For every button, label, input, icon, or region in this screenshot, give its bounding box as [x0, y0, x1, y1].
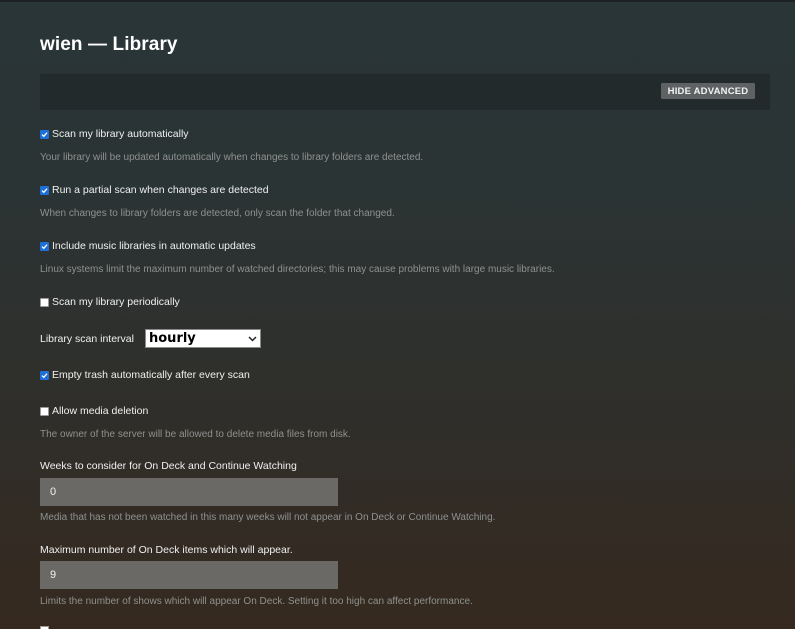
weeks-on-deck-label: Weeks to consider for On Deck and Contin… [40, 460, 297, 472]
scan-periodic-row[interactable]: Scan my library periodically [40, 296, 180, 308]
scan-interval-select[interactable]: hourly [145, 329, 261, 348]
scan-interval-label: Library scan interval [40, 333, 134, 345]
partial-scan-row[interactable]: Run a partial scan when changes are dete… [40, 184, 269, 196]
max-on-deck-label: Maximum number of On Deck items which wi… [40, 544, 293, 556]
check-icon [41, 372, 48, 378]
partial-scan-label: Run a partial scan when changes are dete… [52, 184, 269, 196]
scan-periodic-label: Scan my library periodically [52, 296, 180, 308]
partial-scan-checkbox[interactable] [40, 185, 49, 195]
scan-auto-checkbox[interactable] [40, 129, 49, 139]
max-on-deck-help: Limits the number of shows which will ap… [40, 596, 473, 607]
media-deletion-row[interactable]: Allow media deletion [40, 405, 148, 417]
top-border [0, 0, 795, 2]
empty-trash-checkbox[interactable] [40, 370, 49, 380]
max-on-deck-value: 9 [50, 569, 57, 581]
music-updates-help: Linux systems limit the maximum number o… [40, 264, 555, 275]
music-updates-checkbox[interactable] [40, 241, 49, 251]
media-deletion-checkbox[interactable] [40, 406, 49, 416]
chevron-down-icon [248, 335, 257, 342]
empty-trash-row[interactable]: Empty trash automatically after every sc… [40, 369, 250, 381]
max-on-deck-input[interactable]: 9 [40, 561, 338, 589]
scan-auto-row[interactable]: Scan my library automatically [40, 128, 189, 140]
weeks-on-deck-input[interactable]: 0 [40, 478, 338, 506]
check-icon [41, 131, 48, 137]
weeks-on-deck-help: Media that has not been watched in this … [40, 512, 496, 523]
weeks-on-deck-value: 0 [50, 486, 57, 498]
hide-advanced-button[interactable]: HIDE ADVANCED [661, 83, 755, 99]
partial-scan-help: When changes to library folders are dete… [40, 208, 395, 219]
scan-auto-label: Scan my library automatically [52, 128, 189, 140]
check-icon [41, 243, 48, 249]
music-updates-label: Include music libraries in automatic upd… [52, 240, 256, 252]
scan-periodic-checkbox[interactable] [40, 297, 49, 307]
empty-trash-label: Empty trash automatically after every sc… [52, 369, 250, 381]
scan-auto-help: Your library will be updated automatical… [40, 152, 424, 163]
scan-interval-value: hourly [149, 331, 196, 346]
media-deletion-label: Allow media deletion [52, 405, 149, 417]
check-icon [41, 187, 48, 193]
scan-interval-row: Library scan interval [40, 333, 134, 345]
music-updates-row[interactable]: Include music libraries in automatic upd… [40, 240, 256, 252]
page-title: wien — Library [40, 34, 178, 55]
media-deletion-help: The owner of the server will be allowed … [40, 429, 351, 440]
